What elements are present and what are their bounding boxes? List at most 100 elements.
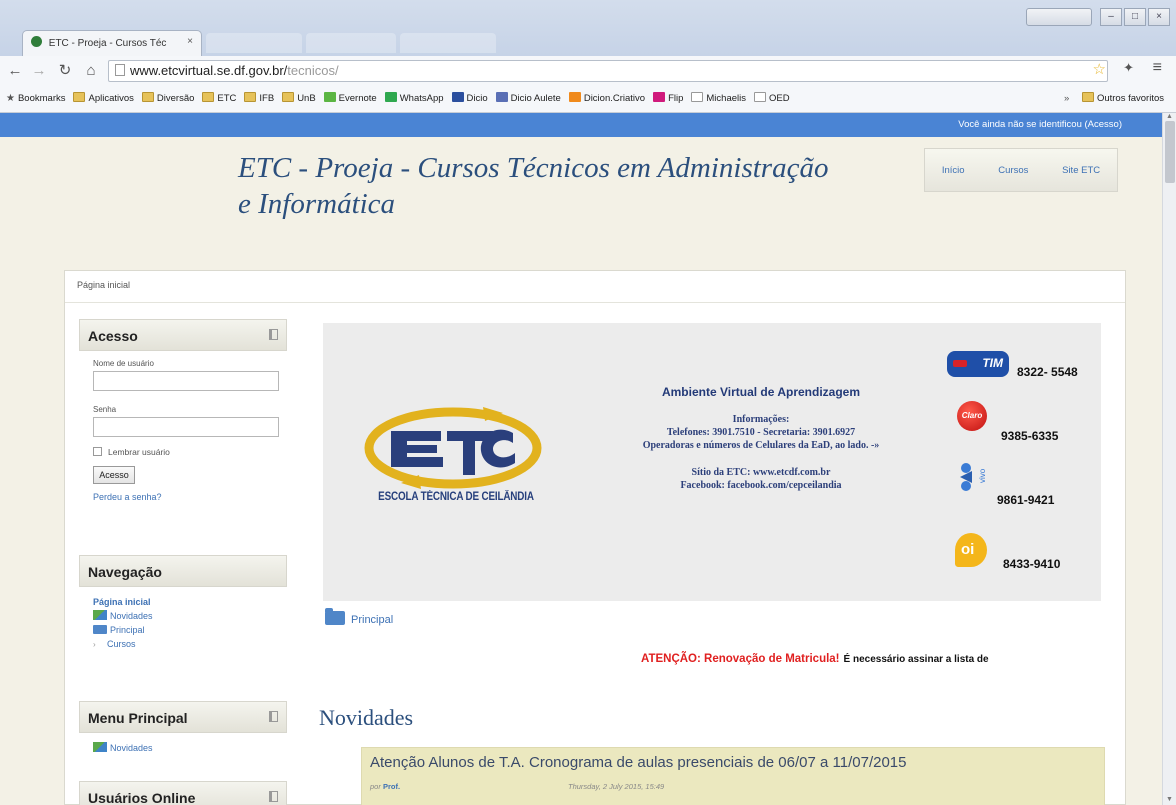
dock-icon[interactable] [269, 791, 278, 802]
login-block-header: Acesso [79, 319, 287, 351]
carrier-number: 8322- 5548 [1017, 365, 1078, 379]
password-label: Senha [93, 405, 117, 414]
username-input[interactable] [93, 371, 279, 391]
nav-item-principal[interactable]: Principal [93, 623, 273, 637]
bookmark-dicio[interactable]: Dicio [451, 92, 488, 104]
bookmark-oed[interactable]: OED [754, 92, 790, 104]
browser-chrome: ETC - Proeja - Cursos Téc × – □ × ← → ↻ … [0, 0, 1176, 113]
bookmark-dicion-criativo[interactable]: Dicion.Criativo [568, 92, 645, 104]
login-status-link[interactable]: Você ainda não se identificou (Acesso) [958, 119, 1122, 130]
minimize-icon[interactable]: – [1100, 8, 1122, 26]
bookmarks-overflow-icon[interactable]: » [1064, 93, 1069, 104]
bookmark-dicio-aulete[interactable]: Dicio Aulete [495, 92, 561, 104]
nav-site-etc-link[interactable]: Site ETC [1062, 165, 1100, 176]
nav-item-cursos[interactable]: › Cursos [93, 637, 273, 652]
post-title[interactable]: Atenção Alunos de T.A. Cronograma de aul… [370, 754, 906, 771]
bookmark-bookmarks[interactable]: ★ Bookmarks [6, 93, 65, 104]
bookmark-unb[interactable]: UnB [282, 92, 316, 104]
browser-toolbar: ← → ↻ ⌂ www.etcvirtual.se.df.gov.br/tecn… [0, 56, 1176, 86]
breadcrumb[interactable]: Página inicial [65, 271, 1125, 303]
folder-icon [282, 92, 295, 102]
blurred-tab[interactable] [206, 33, 302, 53]
profile-button[interactable] [1026, 8, 1092, 26]
reload-icon[interactable]: ↻ [54, 60, 76, 82]
folder-icon [73, 92, 86, 102]
bookmark-star-icon[interactable]: ☆ [1093, 60, 1106, 78]
aulete-icon [495, 92, 508, 102]
page-icon [115, 64, 125, 76]
home-icon[interactable]: ⌂ [80, 60, 102, 82]
page-icon [691, 92, 704, 102]
password-input[interactable] [93, 417, 279, 437]
evernote-icon [323, 92, 336, 102]
close-window-icon[interactable]: × [1148, 8, 1170, 26]
dock-icon[interactable] [269, 329, 278, 340]
back-arrow-icon[interactable]: ← [4, 60, 26, 82]
blurred-tab[interactable] [400, 33, 496, 53]
site-nav: Início Cursos Site ETC [924, 148, 1118, 192]
address-bar[interactable]: www.etcvirtual.se.df.gov.br/tecnicos/ [108, 60, 1108, 82]
main-menu-block: Menu Principal Novidades [79, 701, 287, 761]
tab-strip: ETC - Proeja - Cursos Téc × – □ × [0, 0, 1176, 56]
facebook-text: Facebook: facebook.com/cepceilandia [680, 480, 842, 491]
username-label: Nome de usuário [93, 359, 154, 368]
star-icon: ★ [6, 93, 15, 104]
remember-user[interactable]: Lembrar usuário [93, 447, 273, 457]
folder-icon [202, 92, 215, 102]
whatsapp-icon [384, 92, 397, 102]
carrier-number: 8433-9410 [1003, 557, 1061, 571]
login-button[interactable]: Acesso [93, 466, 135, 484]
marquee-warning: ATENÇÃO: Renovação de Matricula! [641, 653, 840, 665]
url-host: www.etcvirtual.se.df.gov.br/ [130, 63, 288, 78]
menu-icon[interactable]: ≡ [1153, 59, 1162, 77]
page-scrollbar[interactable]: ▲ ▼ [1162, 113, 1176, 805]
bookmark-evernote[interactable]: Evernote [323, 92, 377, 104]
page-content: Página inicial Acesso Nome de usuário Se… [64, 270, 1126, 805]
other-bookmarks-folder[interactable]: Outros favoritos [1081, 92, 1164, 104]
bookmark-flip[interactable]: Flip [653, 92, 683, 104]
scroll-down-icon[interactable]: ▼ [1166, 796, 1173, 803]
folder-icon [93, 625, 107, 634]
tab-title: ETC - Proeja - Cursos Téc [48, 38, 167, 49]
dock-icon[interactable] [269, 711, 278, 722]
bookmark-ifb[interactable]: IFB [244, 92, 274, 104]
post-author: por Prof. [370, 782, 401, 791]
news-heading[interactable]: Novidades [319, 705, 413, 731]
maximize-icon[interactable]: □ [1124, 8, 1146, 26]
nav-cursos-link[interactable]: Cursos [998, 165, 1028, 176]
nav-inicio-link[interactable]: Início [942, 165, 965, 176]
forgot-password-link[interactable]: Perdeu a senha? [93, 492, 273, 502]
page-icon [754, 92, 766, 102]
author-link[interactable]: Prof. [383, 782, 400, 791]
main-menu-block-title: Menu Principal [88, 710, 188, 726]
browser-tab[interactable]: ETC - Proeja - Cursos Téc × [22, 30, 202, 56]
nav-item-novidades[interactable]: Novidades [93, 609, 273, 623]
bookmark-divers-o[interactable]: Diversão [141, 92, 194, 104]
principal-folder-link[interactable]: Principal [325, 608, 393, 626]
nav-home-link[interactable]: Página inicial [93, 595, 273, 609]
post-date: Thursday, 2 July 2015, 15:49 [568, 782, 665, 791]
claro-logo-icon: Claro [957, 401, 987, 431]
site-title: ETC - Proeja - Cursos Técnicos em Admini… [238, 152, 829, 220]
announcement-marquee: ATENÇÃO: Renovação de Matricula! É necess… [641, 653, 989, 665]
carrier-number: 9385-6335 [1001, 429, 1059, 443]
blurred-tab[interactable] [306, 33, 396, 53]
bookmark-aplicativos[interactable]: Aplicativos [73, 92, 134, 104]
banner-heading: Ambiente Virtual de Aprendizagem [661, 385, 861, 399]
bookmark-whatsapp[interactable]: WhatsApp [384, 92, 444, 104]
forum-icon [93, 610, 107, 620]
remember-checkbox[interactable] [93, 447, 102, 456]
close-tab-icon[interactable]: × [187, 36, 193, 47]
extension-icon[interactable]: ✦ [1123, 60, 1134, 76]
bookmark-etc[interactable]: ETC [202, 92, 236, 104]
forward-arrow-icon[interactable]: → [28, 60, 50, 82]
login-block: Acesso Nome de usuário Senha Lembrar usu… [79, 319, 287, 508]
online-users-block-header: Usuários Online [79, 781, 287, 805]
scroll-up-icon[interactable]: ▲ [1166, 113, 1173, 120]
book-icon [451, 92, 464, 102]
carrier-number: 9861-9421 [997, 493, 1055, 507]
bookmark-michaelis[interactable]: Michaelis [691, 92, 746, 104]
window-controls: – □ × [1026, 8, 1170, 26]
scrollbar-thumb[interactable] [1165, 121, 1175, 183]
menu-item-novidades[interactable]: Novidades [93, 741, 273, 755]
